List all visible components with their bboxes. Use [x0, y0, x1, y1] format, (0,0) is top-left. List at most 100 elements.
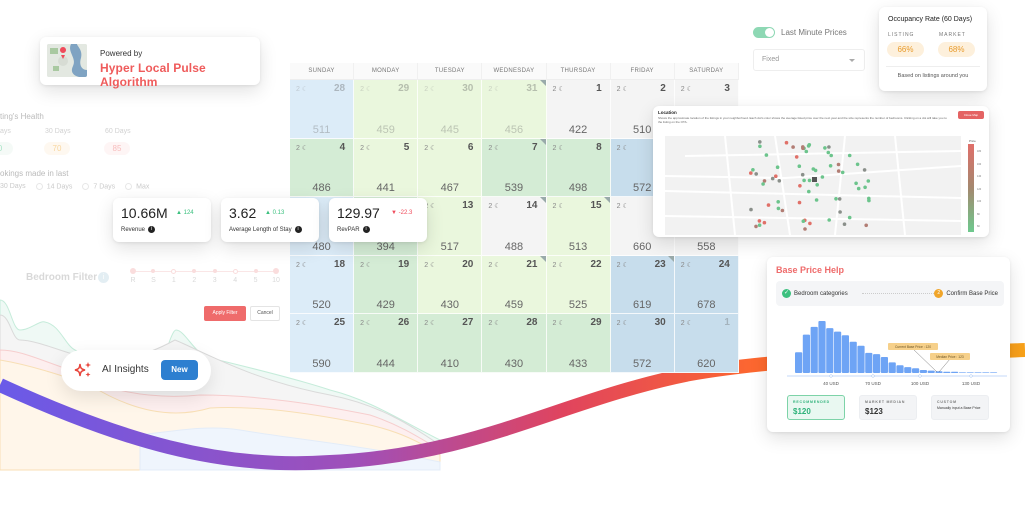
- calendar-day-cell[interactable]: 2 ☾ 24 678: [674, 255, 739, 315]
- listing-dot[interactable]: [780, 208, 785, 213]
- calendar-day-cell[interactable]: 2 ☾ 29 433: [546, 314, 611, 373]
- market-median-option[interactable]: MARKET MEDIAN $123: [859, 395, 917, 420]
- listing-dot[interactable]: [847, 215, 852, 220]
- listing-dot[interactable]: [863, 185, 867, 190]
- listing-dot[interactable]: [758, 140, 762, 144]
- slider-stop[interactable]: [273, 268, 279, 274]
- listing-dot[interactable]: [836, 169, 841, 173]
- neighborhood-map[interactable]: [665, 136, 961, 235]
- listing-dot[interactable]: [866, 179, 871, 183]
- listing-dot[interactable]: [827, 145, 831, 149]
- listing-dot[interactable]: [826, 150, 831, 155]
- cancel-button[interactable]: Cancel: [250, 306, 280, 321]
- step-confirm-base-price[interactable]: 2 Confirm Base Price: [934, 289, 998, 298]
- listing-dot[interactable]: [749, 171, 753, 175]
- listing-dot[interactable]: [776, 200, 780, 204]
- listing-dot[interactable]: [808, 221, 812, 226]
- listing-dot[interactable]: [806, 144, 811, 148]
- calendar-day-cell[interactable]: 2 ☾ 22 525: [546, 255, 611, 315]
- listing-dot[interactable]: [811, 167, 816, 171]
- listing-dot[interactable]: [867, 198, 871, 203]
- listing-dot[interactable]: [838, 210, 842, 214]
- calendar-day-cell[interactable]: 2 ☾ 20 430: [418, 255, 483, 315]
- info-icon[interactable]: i: [362, 226, 370, 233]
- listing-dot[interactable]: [761, 182, 765, 186]
- listing-dot[interactable]: [828, 164, 833, 168]
- radio-14-days[interactable]: 14 Days: [35, 183, 72, 190]
- listing-dot[interactable]: [758, 144, 762, 149]
- listing-dot[interactable]: [800, 172, 805, 177]
- listing-dot[interactable]: [754, 172, 758, 176]
- listing-dot[interactable]: [834, 197, 838, 201]
- listing-dot[interactable]: [762, 220, 767, 225]
- listing-dot[interactable]: [751, 168, 755, 172]
- calendar-day-cell[interactable]: 2 ☾ 7 539: [482, 138, 547, 198]
- slider-stop[interactable]: [130, 268, 136, 274]
- slider-stop[interactable]: [253, 269, 258, 273]
- slider-handle[interactable]: [232, 269, 238, 274]
- listing-dot[interactable]: [764, 153, 769, 157]
- info-icon[interactable]: i: [148, 226, 156, 233]
- calendar-day-cell[interactable]: 2 ☾ 31 456: [482, 80, 547, 139]
- listing-dot[interactable]: [791, 145, 795, 149]
- listing-dot[interactable]: [807, 178, 812, 183]
- calendar-day-cell[interactable]: 2 ☾ 30 445: [418, 80, 483, 139]
- listing-dot[interactable]: [814, 198, 819, 202]
- calendar-day-cell[interactable]: 2 ☾ 1 620: [674, 314, 739, 373]
- listing-dot[interactable]: [856, 186, 861, 191]
- listing-dot[interactable]: [798, 184, 802, 188]
- listing-dot[interactable]: [794, 155, 799, 159]
- close-map-button[interactable]: Close Map: [958, 111, 984, 119]
- listing-dot[interactable]: [864, 223, 868, 228]
- calendar-day-cell[interactable]: 2 ☾ 4 486: [290, 138, 355, 198]
- calendar-day-cell[interactable]: 2 ☾ 19 429: [354, 255, 419, 315]
- slider-stop[interactable]: [212, 269, 217, 273]
- listing-dot[interactable]: [827, 218, 831, 222]
- listing-dot[interactable]: [754, 224, 758, 229]
- listing-dot[interactable]: [815, 183, 819, 187]
- info-icon[interactable]: i: [98, 272, 109, 283]
- calendar-day-cell[interactable]: 2 ☾ 25 590: [290, 314, 355, 373]
- listing-dot[interactable]: [770, 176, 775, 181]
- ai-insights-pill[interactable]: AI Insights New: [61, 350, 211, 391]
- listing-dot[interactable]: [840, 170, 845, 175]
- calendar-day-cell[interactable]: 2 ☾ 26 444: [354, 314, 419, 373]
- listing-dot[interactable]: [803, 227, 807, 231]
- radio-7-days[interactable]: 7 Days: [82, 183, 115, 190]
- calendar-day-cell[interactable]: 2 ☾ 8 498: [546, 138, 611, 198]
- recommended-price-option[interactable]: RECOMMENDED $120: [787, 395, 845, 420]
- listing-dot[interactable]: [797, 200, 802, 205]
- listing-dot[interactable]: [797, 164, 802, 168]
- calendar-day-cell[interactable]: 2 ☾ 18 520: [290, 255, 355, 315]
- listing-dot[interactable]: [757, 219, 762, 223]
- listing-dot[interactable]: [766, 203, 771, 207]
- calendar-day-cell[interactable]: 2 ☾ 15 513: [546, 197, 611, 256]
- listing-dot[interactable]: [820, 175, 825, 179]
- listing-dot[interactable]: [749, 207, 753, 212]
- listing-dot[interactable]: [801, 219, 806, 223]
- listing-dot[interactable]: [807, 189, 811, 194]
- calendar-day-cell[interactable]: 2 ☾ 28 430: [482, 314, 547, 373]
- pricing-mode-select[interactable]: Fixed: [753, 49, 865, 71]
- radio-30-days[interactable]: 30 Days: [0, 183, 26, 190]
- calendar-day-cell[interactable]: 2 ☾ 14 488: [482, 197, 547, 256]
- new-badge-button[interactable]: New: [161, 360, 198, 380]
- info-icon[interactable]: i: [294, 226, 302, 233]
- listing-dot[interactable]: [862, 168, 867, 172]
- custom-price-option[interactable]: CUSTOM Manually input a Base Price: [931, 395, 989, 420]
- listing-dot[interactable]: [776, 206, 781, 211]
- listing-dot[interactable]: [823, 146, 827, 150]
- calendar-day-cell[interactable]: 2 ☾ 1 422: [546, 80, 611, 139]
- calendar-day-cell[interactable]: 2 ☾ 28 511: [290, 80, 355, 139]
- listing-dot[interactable]: [829, 153, 833, 158]
- calendar-day-cell[interactable]: 2 ☾ 23 619: [610, 255, 675, 315]
- radio-max[interactable]: Max: [125, 183, 149, 190]
- calendar-day-cell[interactable]: 2 ☾ 30 572: [610, 314, 675, 373]
- listing-dot[interactable]: [802, 178, 806, 183]
- apply-filter-button[interactable]: Apply Filter: [204, 306, 246, 321]
- listing-dot[interactable]: [855, 162, 860, 167]
- listing-dot[interactable]: [774, 174, 778, 178]
- listing-dot[interactable]: [854, 181, 858, 186]
- listing-dot[interactable]: [777, 179, 782, 183]
- calendar-day-cell[interactable]: 2 ☾ 6 467: [418, 138, 483, 198]
